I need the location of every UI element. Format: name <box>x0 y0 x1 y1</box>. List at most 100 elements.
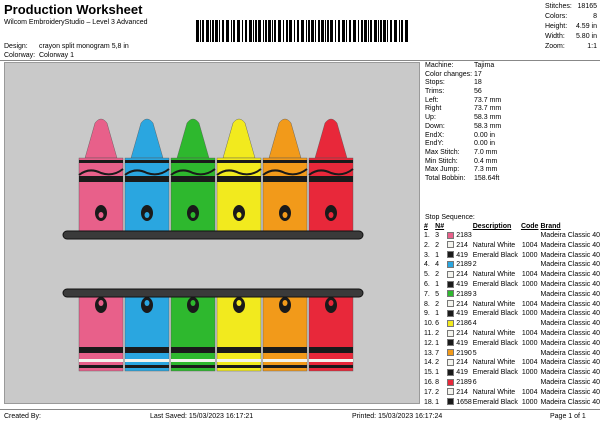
thread-brand: Madeira Classic 40 <box>540 339 600 347</box>
stop-number: 5. <box>424 271 430 279</box>
needle-number: 1 <box>435 251 440 259</box>
crayon-band <box>79 365 123 368</box>
thread-number: 2189 <box>456 378 472 386</box>
machine-info-value: 0.4 mm <box>474 157 498 165</box>
swatch-cell: 2190 <box>447 349 472 359</box>
machine-info-value: 0.00 in <box>474 140 496 148</box>
crayon-body <box>262 157 308 234</box>
thread-description: Emerald Black <box>472 280 518 288</box>
stat-row: Height: 4.59 in <box>545 22 600 32</box>
crayon-band <box>309 160 353 163</box>
crayon-band <box>125 347 169 353</box>
crayon-band <box>263 347 307 353</box>
swatch-cell: 214 <box>447 241 472 251</box>
thread-brand: Madeira Classic 40 <box>540 349 600 357</box>
machine-info-label: Right <box>425 105 442 113</box>
table-row: 13. 7 2190 5 Madeira Classic 40 <box>424 349 600 359</box>
stat-label: Width: <box>545 33 565 40</box>
swatch-cell: 2186 <box>447 319 472 329</box>
thread-brand: Madeira Classic 40 <box>540 329 600 337</box>
crayon-band-white <box>263 359 307 362</box>
table-row: 7. 5 2189 3 Madeira Classic 40 <box>424 290 600 300</box>
machine-info-label: Up: <box>425 114 436 122</box>
crayon-oval-inner <box>282 300 288 306</box>
machine-info-row: EndX: 0.00 in <box>423 132 600 141</box>
needle-number: 2 <box>435 300 440 308</box>
crayon-band-white <box>79 359 123 362</box>
crayon-band-white <box>125 359 169 362</box>
color-swatch <box>447 398 455 406</box>
crayon-band <box>309 365 353 368</box>
crayon-oval-inner <box>190 300 196 306</box>
thread-brand: Madeira Classic 40 <box>540 369 600 377</box>
stat-label: Zoom: <box>545 43 565 50</box>
stop-number: 4. <box>424 261 430 269</box>
thread-code <box>521 378 541 388</box>
stat-value: 18165 <box>577 3 597 10</box>
needle-number: 1 <box>435 339 440 347</box>
machine-info-label: Trims: <box>425 88 445 96</box>
thread-number: 419 <box>456 310 468 318</box>
crayon-band <box>171 347 215 353</box>
machine-info-row: Right 73.7 mm <box>423 105 600 114</box>
table-row: 3. 1 419 Emerald Black 1000 Madeira Clas… <box>424 251 600 261</box>
stat-row: Stitches: 18165 <box>545 2 600 12</box>
needle-number: 2 <box>435 388 440 396</box>
stop-number: 9. <box>424 310 430 318</box>
machine-info-value: 73.7 mm <box>474 96 502 104</box>
machine-info-label: Stops: <box>425 79 445 87</box>
needle-number: 2 <box>435 329 440 337</box>
thread-code <box>521 349 541 359</box>
table-row: 2. 2 214 Natural White 1004 Madeira Clas… <box>424 241 600 251</box>
crayon-band <box>217 176 261 182</box>
thread-brand: Madeira Classic 40 <box>540 280 600 288</box>
crayon-oval-inner <box>328 300 334 306</box>
swatch-cell: 2189 <box>447 260 472 270</box>
crayon-oval-inner <box>190 212 196 218</box>
thread-number: 419 <box>456 280 468 288</box>
table-row: 14. 2 214 Natural White 1004 Madeira Cla… <box>424 358 600 368</box>
thread-code: 1000 <box>521 339 538 347</box>
barcode <box>196 20 408 42</box>
stop-sequence-label: Stop Sequence: <box>425 214 475 221</box>
swatch-cell: 214 <box>447 358 472 368</box>
colorway-row: Colorway: Colorway 1 <box>4 51 74 60</box>
needle-number: 8 <box>435 378 440 386</box>
thread-description: Natural White <box>472 359 516 367</box>
stop-number: 17. <box>424 388 434 396</box>
crayon-band <box>79 176 123 182</box>
thread-description: Natural White <box>472 329 516 337</box>
color-swatch <box>447 319 455 327</box>
swatch-cell: 419 <box>447 309 472 319</box>
crayon-tip <box>222 118 256 159</box>
thread-code: 1004 <box>521 359 538 367</box>
stop-number: 1. <box>424 232 430 239</box>
thread-number: 214 <box>456 388 468 396</box>
crayon-band-white <box>217 359 261 362</box>
stat-value: 4.59 in <box>575 23 597 30</box>
crayon-oval-inner <box>236 300 242 306</box>
crayon-band <box>125 365 169 368</box>
design-preview-image <box>62 118 364 372</box>
thread-number: 419 <box>456 251 468 259</box>
color-swatch <box>447 251 455 259</box>
table-row: 16. 8 2189 6 Madeira Classic 40 <box>424 378 600 388</box>
crayon-band <box>263 176 307 182</box>
stat-value: 8 <box>593 13 597 20</box>
machine-info-panel: Machine: Tajima Color changes: 17 Stops: 18 Tr… <box>423 62 600 184</box>
thread-brand: Madeira Classic 40 <box>540 310 600 318</box>
thread-number: 214 <box>456 271 468 279</box>
thread-number: 2183 <box>456 232 472 239</box>
machine-info-value: 17 <box>474 70 482 78</box>
machine-info-value: 73.7 mm <box>474 105 502 113</box>
machine-info-label: Min Stitch: <box>425 157 458 165</box>
stat-label: Stitches: <box>545 3 572 10</box>
thread-code <box>521 231 541 241</box>
needle-number: 4 <box>435 261 440 269</box>
crayon-band <box>263 365 307 368</box>
color-swatch <box>447 241 455 249</box>
swatch-cell: 2189 <box>447 290 472 300</box>
table-row: 9. 1 419 Emerald Black 1000 Madeira Clas… <box>424 309 600 319</box>
stat-label: Colors: <box>545 13 568 20</box>
table-row: 4. 4 2189 2 Madeira Classic 40 <box>424 260 600 270</box>
